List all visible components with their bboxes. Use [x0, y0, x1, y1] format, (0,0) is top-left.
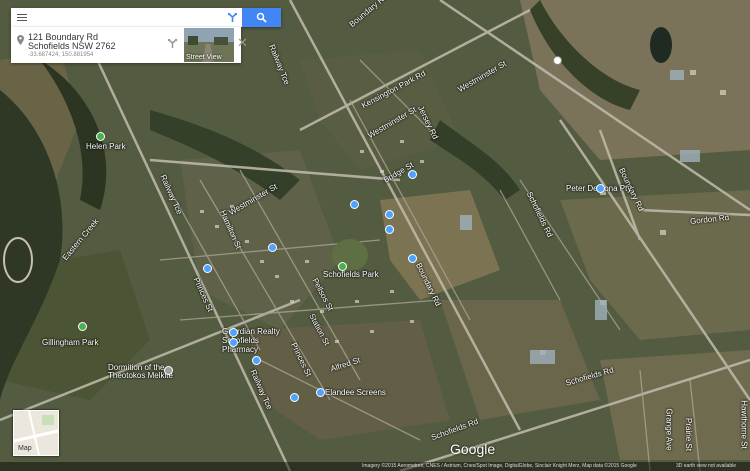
poi-marker[interactable]	[164, 366, 173, 375]
hamburger-icon	[17, 16, 27, 19]
directions-button[interactable]	[222, 8, 242, 27]
coordinates: -33.687424, 150.881954	[28, 52, 94, 58]
park-label: Schofields Park	[323, 270, 379, 279]
street-view-label: Street View	[186, 54, 222, 61]
road-label: Hawthorne St	[739, 400, 749, 449]
directions-icon	[227, 13, 237, 22]
search-box	[11, 8, 281, 27]
poi-marker[interactable]	[408, 254, 417, 263]
poi-marker[interactable]	[96, 132, 105, 141]
close-icon[interactable]: ✕	[237, 36, 248, 49]
poi-marker[interactable]	[203, 264, 212, 273]
poi-marker[interactable]	[316, 388, 325, 397]
road-label: Grange Ave	[664, 408, 674, 451]
address-line2: Schofields NSW 2762	[28, 41, 116, 51]
poi-marker[interactable]	[252, 356, 261, 365]
place-card[interactable]: 121 Boundary Rd Schofields NSW 2762 -33.…	[11, 27, 248, 63]
location-pin-icon	[17, 35, 24, 45]
menu-button[interactable]	[11, 8, 33, 27]
business-label: Elandee Screens	[325, 388, 386, 397]
park-label: Helen Park	[86, 142, 126, 151]
attribution-bar: Imagery ©2015 Aerometrex, CNES / Astrium…	[0, 462, 750, 471]
imagery-attribution[interactable]: Imagery ©2015 Aerometrex, CNES / Astrium…	[362, 463, 637, 469]
poi-marker[interactable]	[408, 170, 417, 179]
business-label: Schofields Pharmacy	[222, 336, 259, 354]
poi-marker[interactable]	[268, 243, 277, 252]
satellite-map[interactable]	[0, 0, 750, 471]
poi-marker[interactable]	[229, 338, 238, 347]
poi-marker[interactable]	[350, 200, 359, 209]
poi-marker[interactable]	[385, 210, 394, 219]
google-logo: Google	[450, 441, 496, 457]
directions-icon[interactable]	[167, 38, 178, 49]
poi-marker[interactable]	[229, 328, 238, 337]
search-icon	[256, 12, 267, 23]
earth-view-note: 3D earth view not available	[676, 463, 737, 469]
street-view-thumbnail[interactable]: Street View	[184, 28, 234, 62]
poi-marker[interactable]	[385, 225, 394, 234]
search-input[interactable]	[33, 9, 222, 26]
search-button[interactable]	[242, 8, 281, 27]
park-label: Gillingham Park	[42, 338, 99, 347]
mini-map-label: Map	[18, 445, 32, 452]
poi-marker[interactable]	[290, 393, 299, 402]
poi-marker[interactable]	[338, 262, 347, 271]
poi-marker[interactable]	[553, 56, 562, 65]
road-label: Prairie St	[683, 418, 693, 451]
map-type-toggle[interactable]: Map	[13, 410, 59, 456]
poi-marker[interactable]	[596, 184, 605, 193]
poi-marker[interactable]	[78, 322, 87, 331]
